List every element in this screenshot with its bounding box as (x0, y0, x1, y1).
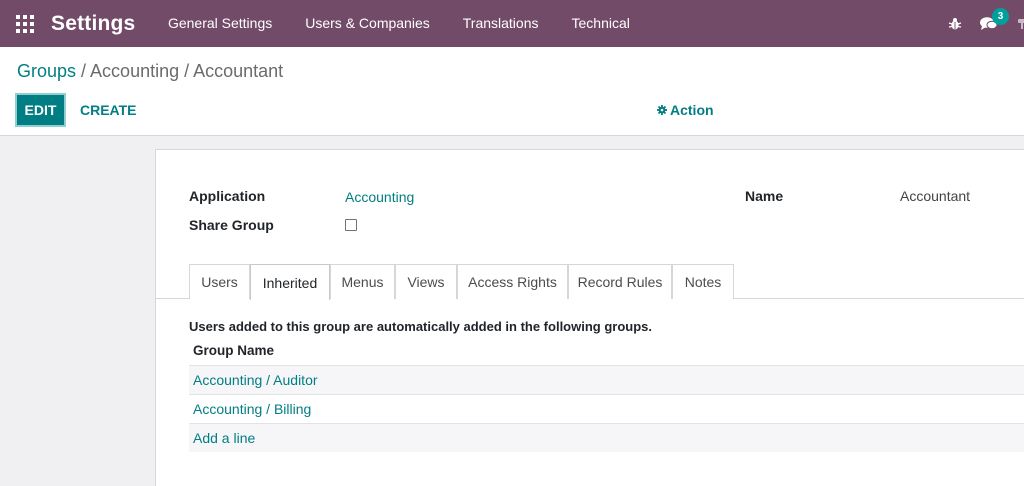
menu-users-companies[interactable]: Users & Companies (289, 0, 447, 47)
apps-grid-icon[interactable] (16, 14, 34, 33)
add-line-row: Add a line (189, 423, 1024, 452)
breadcrumb-groups-link[interactable]: Groups (17, 61, 76, 81)
menu-technical[interactable]: Technical (555, 0, 646, 47)
action-label: Action (670, 102, 714, 118)
tab-inherited[interactable]: Inherited (250, 264, 330, 300)
app-title[interactable]: Settings (51, 12, 135, 36)
add-line-link[interactable]: Add a line (193, 430, 255, 446)
create-button[interactable]: CREATE (80, 102, 137, 118)
tab-views[interactable]: Views (395, 264, 457, 299)
breadcrumb-separator: / (76, 61, 91, 81)
top-navbar: Settings General Settings Users & Compan… (0, 0, 1024, 47)
tab-notes[interactable]: Notes (672, 264, 734, 299)
group-name-cell[interactable]: Accounting / Auditor (193, 372, 318, 388)
application-value-link[interactable]: Accounting (345, 189, 414, 205)
edit-button[interactable]: EDIT (15, 93, 66, 127)
bug-icon[interactable] (948, 17, 962, 31)
breadcrumb-current: Accounting / Accountant (90, 61, 284, 81)
share-group-label: Share Group (189, 217, 274, 233)
messages-count-badge: 3 (992, 7, 1009, 25)
application-label: Application (189, 188, 266, 204)
activity-icon[interactable] (1016, 18, 1024, 30)
group-name-column-header[interactable]: Group Name (193, 343, 274, 358)
share-group-checkbox[interactable] (345, 219, 357, 231)
breadcrumb: Groups / Accounting / Accountant (17, 61, 283, 82)
menu-general-settings[interactable]: General Settings (151, 0, 288, 47)
table-row[interactable]: Accounting / Billing (189, 394, 1024, 423)
name-label: Name (745, 188, 784, 204)
name-value: Accountant (900, 188, 971, 204)
form-sheet: Application Accounting Share Group Name … (155, 149, 1024, 486)
group-name-cell[interactable]: Accounting / Billing (193, 401, 311, 417)
messages-button[interactable]: 3 (980, 7, 1009, 32)
control-panel: Groups / Accounting / Accountant EDIT CR… (0, 47, 1024, 136)
tab-access-rights[interactable]: Access Rights (457, 264, 568, 299)
tab-users[interactable]: Users (189, 264, 250, 299)
tab-menus[interactable]: Menus (330, 264, 395, 299)
action-dropdown[interactable]: Action (657, 102, 714, 118)
inherited-description: Users added to this group are automatica… (189, 319, 652, 334)
gear-icon (657, 105, 667, 115)
notebook-tabs: Users Inherited Menus Views Access Right… (156, 264, 1024, 300)
tab-record-rules[interactable]: Record Rules (568, 264, 672, 299)
menu-translations[interactable]: Translations (446, 0, 555, 47)
table-row[interactable]: Accounting / Auditor (189, 365, 1024, 394)
